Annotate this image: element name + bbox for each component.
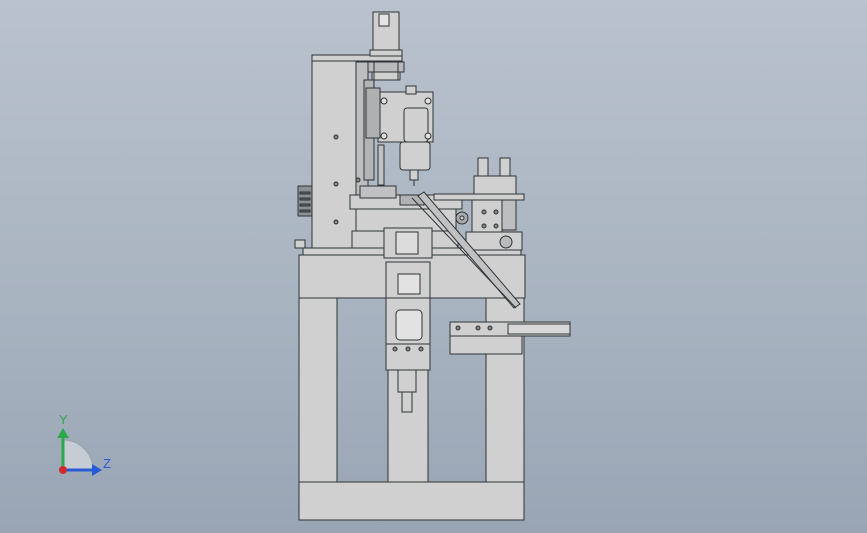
rod-guide bbox=[397, 369, 417, 393]
slide-block bbox=[471, 199, 503, 237]
triad-z-label: Z bbox=[103, 456, 111, 471]
tray-bracket bbox=[449, 335, 523, 355]
column-body bbox=[311, 57, 363, 249]
air-fitting-left bbox=[477, 157, 489, 177]
frame-left-leg bbox=[298, 297, 338, 483]
rail bbox=[433, 193, 525, 201]
spindle-housing bbox=[399, 141, 431, 171]
spindle-head bbox=[365, 85, 434, 186]
piston-rod bbox=[401, 391, 413, 413]
coordinate-triad bbox=[57, 428, 102, 476]
output-tray bbox=[449, 321, 571, 355]
servo-motor bbox=[367, 11, 405, 81]
air-fitting-right bbox=[499, 157, 511, 177]
x-axis-dot bbox=[59, 466, 67, 474]
triad-y-label: Y bbox=[59, 412, 68, 427]
spindle-motor bbox=[403, 107, 429, 143]
frame-bottom-beam bbox=[298, 481, 525, 521]
left-foot bbox=[294, 239, 306, 249]
cad-viewport[interactable]: Y Z bbox=[0, 0, 867, 533]
assembly-drawing bbox=[57, 11, 571, 521]
